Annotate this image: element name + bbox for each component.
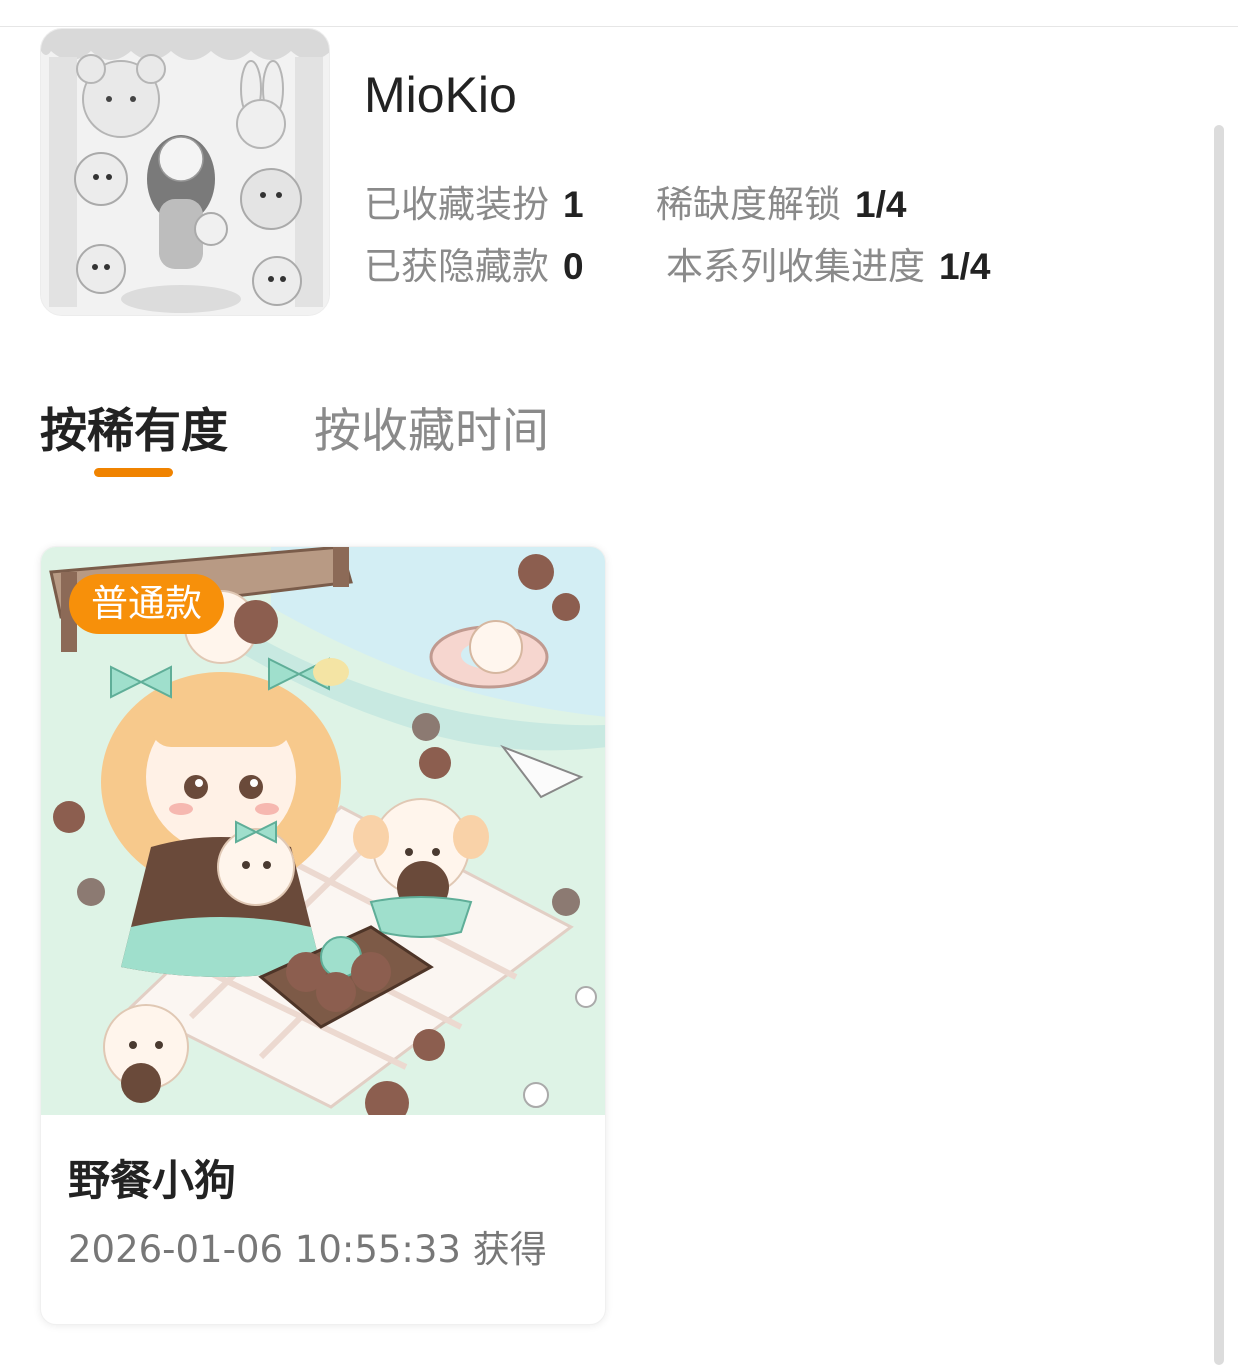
tab-sort-by-time[interactable]: 按收藏时间: [314, 392, 549, 461]
sort-tabs: 按稀有度 按收藏时间: [40, 392, 640, 482]
obtained-time: 2026-01-06 10:55:33 获得: [68, 1228, 547, 1271]
stat-series-progress: 本系列收集进度 1/4: [666, 236, 990, 290]
series-cover-image: [40, 28, 330, 316]
stat-progress-label: 本系列收集进度: [666, 245, 925, 288]
stat-hidden-items: 已获隐藏款 0: [364, 236, 584, 290]
stat-rarity-label: 稀缺度解锁: [656, 183, 841, 226]
stat-hidden-label: 已获隐藏款: [364, 245, 549, 288]
stat-owned-label: 已收藏装扮: [364, 183, 549, 226]
series-name: MioKio: [364, 67, 517, 123]
rarity-badge: 普通款: [69, 574, 224, 634]
tab-sort-by-rarity[interactable]: 按稀有度: [40, 392, 228, 461]
stat-rarity-unlocked: 稀缺度解锁 1/4: [656, 174, 906, 228]
top-divider: [0, 26, 1238, 27]
scrollbar[interactable]: [1214, 125, 1224, 1365]
stat-rarity-value: 1/4: [855, 184, 907, 225]
stat-progress-value: 1/4: [939, 246, 991, 287]
stat-owned-outfits: 已收藏装扮 1: [364, 174, 584, 228]
active-tab-indicator: [94, 468, 173, 477]
outfit-name: 野餐小狗: [68, 1156, 237, 1205]
stat-owned-value: 1: [563, 184, 584, 225]
outfit-card[interactable]: 普通款 野餐小狗 2026-01-06 10:55:33 获得: [40, 546, 606, 1325]
stat-hidden-value: 0: [563, 246, 584, 287]
outfit-image: 普通款: [41, 547, 605, 1115]
